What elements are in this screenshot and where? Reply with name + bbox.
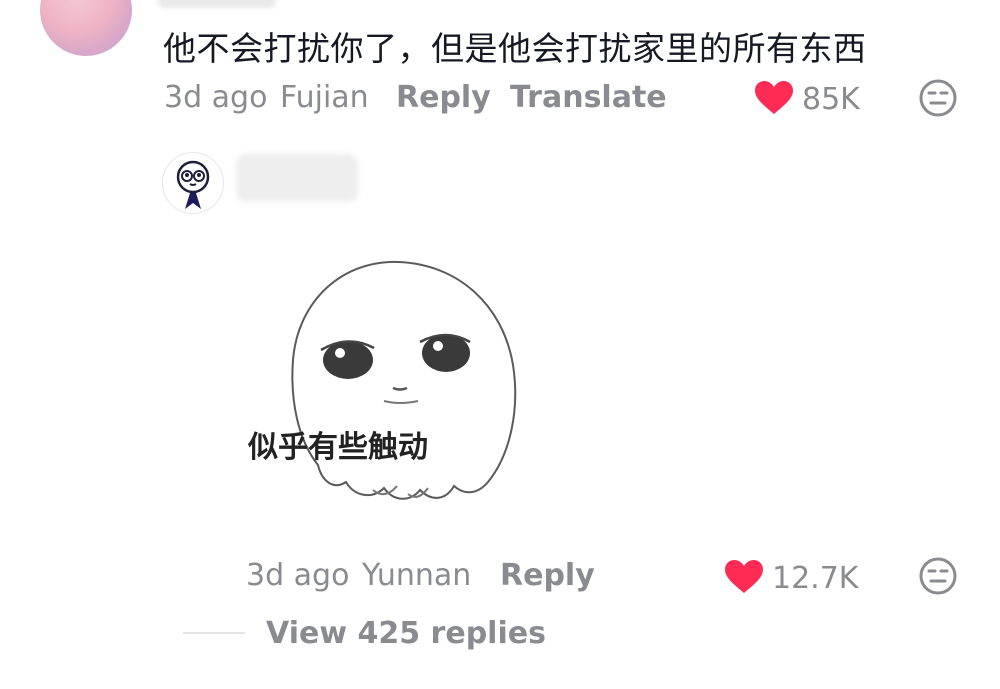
heart-icon[interactable] <box>724 559 764 595</box>
sticker-caption: 似乎有些触动 <box>248 430 428 465</box>
reply-commenter-avatar[interactable] <box>162 152 224 214</box>
reply-button-2[interactable]: Reply <box>500 558 595 593</box>
reply-commenter-name-redacted <box>236 154 358 202</box>
comment-time: 3d ago <box>164 80 268 115</box>
reply-time: 3d ago <box>246 558 350 593</box>
neutral-face-icon[interactable] <box>918 78 958 118</box>
like-count: 85K <box>802 82 860 117</box>
commenter-avatar[interactable] <box>40 0 132 56</box>
view-replies-button[interactable]: View 425 replies <box>266 616 546 651</box>
comment-location: Fujian <box>280 80 369 115</box>
ghost-sticker[interactable]: 似乎有些触动 <box>248 250 548 520</box>
cartoon-face-icon <box>176 160 210 209</box>
translate-button[interactable]: Translate <box>510 80 667 115</box>
comment-text: 他不会打扰你了，但是他会打扰家里的所有东西 <box>163 29 867 68</box>
reply-location: Yunnan <box>362 558 472 593</box>
ghost-sticker-image <box>291 260 517 500</box>
heart-icon[interactable] <box>754 80 794 116</box>
neutral-face-icon[interactable] <box>918 556 958 596</box>
reply-button[interactable]: Reply <box>396 80 491 115</box>
commenter-name-redacted <box>158 0 276 8</box>
reply-like-count: 12.7K <box>772 561 859 596</box>
replies-divider <box>183 632 245 634</box>
